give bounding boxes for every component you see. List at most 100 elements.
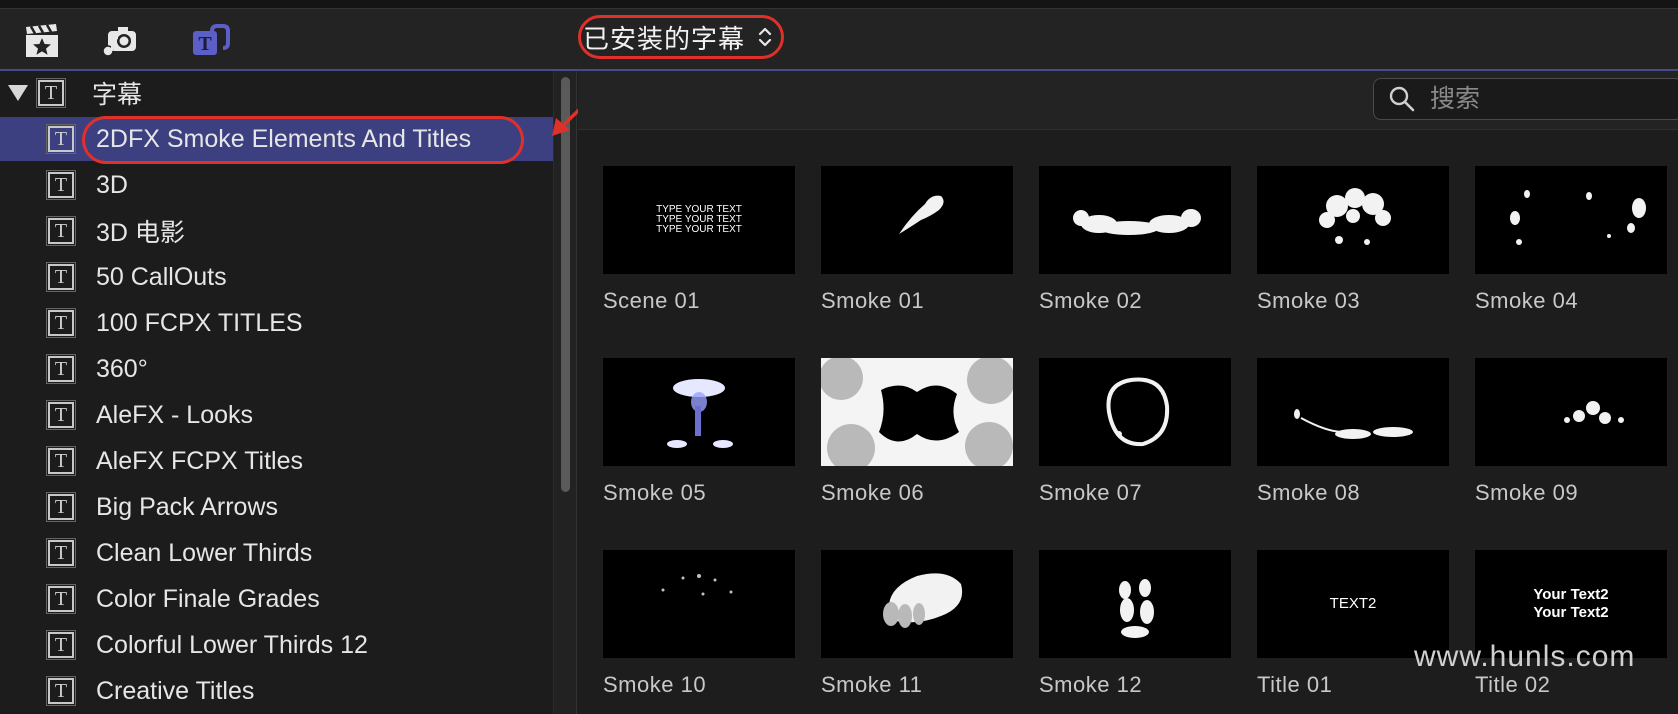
tile-thumbnail: [1257, 166, 1449, 274]
sidebar-item-label: 3D: [96, 170, 128, 199]
title-t-icon: T: [46, 538, 76, 568]
title-tile[interactable]: Smoke 02: [1039, 166, 1231, 314]
tile-label: Smoke 02: [1039, 288, 1143, 313]
sidebar-item[interactable]: T 3D 电影: [0, 209, 553, 253]
sidebar-scrollbar[interactable]: [553, 71, 577, 714]
title-tile[interactable]: Smoke 06: [821, 358, 1013, 506]
thumbnail-text: TYPE YOUR TEXT TYPE YOUR TEXT TYPE YOUR TE…: [603, 166, 795, 274]
tile-label: Title 02: [1475, 672, 1551, 697]
title-tile[interactable]: Smoke 12: [1039, 550, 1231, 698]
thumbnail-art: [667, 379, 733, 448]
sidebar-item[interactable]: T Color Finale Grades: [0, 577, 553, 621]
title-t-icon: T: [46, 446, 76, 476]
thumbnail-art: [1073, 209, 1201, 235]
tile-thumbnail: TYPE YOUR TEXT TYPE YOUR TEXT TYPE YOUR TE…: [603, 166, 795, 274]
svg-text:T: T: [198, 33, 212, 55]
sidebar-item-label: 50 CallOuts: [96, 262, 227, 291]
tile-thumbnail: [603, 550, 795, 658]
search-field[interactable]: [1373, 78, 1678, 120]
sidebar-item-label: Clean Lower Thirds: [96, 538, 313, 567]
sidebar-item[interactable]: T AleFX FCPX Titles: [0, 439, 553, 483]
title-t-icon: T: [46, 124, 76, 154]
title-tile[interactable]: Smoke 10: [603, 550, 795, 698]
title-tile[interactable]: Your Text2 Your Text2 Title 02: [1475, 550, 1667, 698]
sidebar-item[interactable]: T 100 FCPX TITLES: [0, 301, 553, 345]
tile-label: Smoke 05: [603, 480, 707, 505]
tile-thumbnail: [1039, 550, 1231, 658]
thumbnail-text-line: Your Text2: [1533, 604, 1609, 621]
title-tile[interactable]: Smoke 09: [1475, 358, 1667, 506]
tile-label: Smoke 08: [1257, 480, 1361, 505]
tile-label: Smoke 03: [1257, 288, 1361, 313]
disclosure-triangle-icon[interactable]: [8, 85, 28, 101]
tile-label: Smoke 12: [1039, 672, 1143, 697]
sidebar-item[interactable]: T Colorful Lower Thirds 12: [0, 623, 553, 667]
sidebar-item[interactable]: T 3D: [0, 163, 553, 207]
titles-category-selector[interactable]: 已安装的字幕: [578, 15, 784, 59]
sidebar-scroll-thumb[interactable]: [561, 77, 570, 492]
thumbnail-art: [899, 195, 944, 234]
thumbnail-art: [883, 573, 963, 628]
title-tile[interactable]: Smoke 08: [1257, 358, 1449, 506]
browser-toolbar: T 已安装的字幕: [0, 9, 1678, 71]
tile-thumbnail: [1475, 358, 1667, 466]
chevron-up-down-icon: [758, 27, 772, 47]
tile-label: Smoke 06: [821, 480, 925, 505]
title-t-icon: T: [36, 78, 66, 108]
titles-browser-grid: TYPE YOUR TEXTTYPE YOUR TEXTTYPE YOUR TE…: [578, 71, 1678, 714]
title-tile[interactable]: Smoke 11: [821, 550, 1013, 698]
title-tile[interactable]: Smoke 03: [1257, 166, 1449, 314]
sidebar-item[interactable]: T Clean Lower Thirds: [0, 531, 553, 575]
sidebar-item[interactable]: T 2DFX Smoke Elements And Titles: [0, 117, 553, 161]
clapperboard-star-icon[interactable]: [22, 21, 62, 61]
tile-label: Scene 01: [603, 288, 700, 313]
title-tile[interactable]: Smoke 04: [1475, 166, 1667, 314]
title-t-icon: T: [46, 492, 76, 522]
title-t-icon: T: [46, 584, 76, 614]
thumbnail-art: [1294, 409, 1413, 439]
tile-label: Smoke 07: [1039, 480, 1143, 505]
tile-label: Smoke 04: [1475, 288, 1579, 313]
title-t-icon: T: [46, 262, 76, 292]
thumbnail-art: [1564, 401, 1624, 424]
title-t-icon: T: [46, 400, 76, 430]
window-top-strip: [0, 0, 1678, 9]
thumbnail-text-line: TEXT2: [1329, 595, 1377, 612]
sidebar-item[interactable]: T AleFX - Looks: [0, 393, 553, 437]
thumbnail-art: [821, 358, 1013, 466]
titles-icon[interactable]: T: [190, 21, 230, 61]
sidebar-item-label: 360°: [96, 354, 148, 383]
search-input[interactable]: [1428, 83, 1672, 115]
title-t-icon: T: [46, 630, 76, 660]
sidebar-item-label: AleFX FCPX Titles: [96, 446, 303, 475]
title-t-icon: T: [46, 170, 76, 200]
thumbnail-art: [1106, 377, 1170, 447]
thumbnail-text-line: Your Text2: [1533, 586, 1609, 603]
title-tile[interactable]: TYPE YOUR TEXT TYPE YOUR TEXT TYPE YOUR TE…: [603, 166, 795, 314]
sidebar-item-label: Colorful Lower Thirds 12: [96, 630, 368, 659]
tile-thumbnail: [1475, 166, 1667, 274]
thumbnail-art: [661, 574, 733, 596]
sidebar-item[interactable]: T 360°: [0, 347, 553, 391]
sidebar-item-label: Creative Titles: [96, 676, 255, 705]
title-tile[interactable]: TEXT2 Title 01: [1257, 550, 1449, 698]
title-tile[interactable]: Smoke 05: [603, 358, 795, 506]
title-tile[interactable]: Smoke 07: [1039, 358, 1231, 506]
tile-thumbnail: [1039, 166, 1231, 274]
selector-label: 已安装的字幕: [583, 23, 746, 54]
thumbnail-text-line: TYPE YOUR TEXT: [656, 224, 742, 235]
tile-thumbnail: [821, 166, 1013, 274]
title-t-icon: T: [46, 216, 76, 246]
title-tile[interactable]: Smoke 01: [821, 166, 1013, 314]
sidebar-item-label: AleFX - Looks: [96, 400, 254, 429]
sidebar-item[interactable]: T Creative Titles: [0, 669, 553, 713]
tile-thumbnail: [1257, 358, 1449, 466]
sidebar-item[interactable]: T 50 CallOuts: [0, 255, 553, 299]
sidebar-item[interactable]: T Big Pack Arrows: [0, 485, 553, 529]
thumbnail-art: [1119, 579, 1154, 638]
search-icon: [1389, 86, 1415, 112]
music-camera-icon[interactable]: [100, 21, 140, 61]
sidebar-item-label: Big Pack Arrows: [96, 492, 279, 521]
tile-thumbnail: [603, 358, 795, 466]
sidebar-root-titles[interactable]: T 字幕: [0, 71, 553, 115]
